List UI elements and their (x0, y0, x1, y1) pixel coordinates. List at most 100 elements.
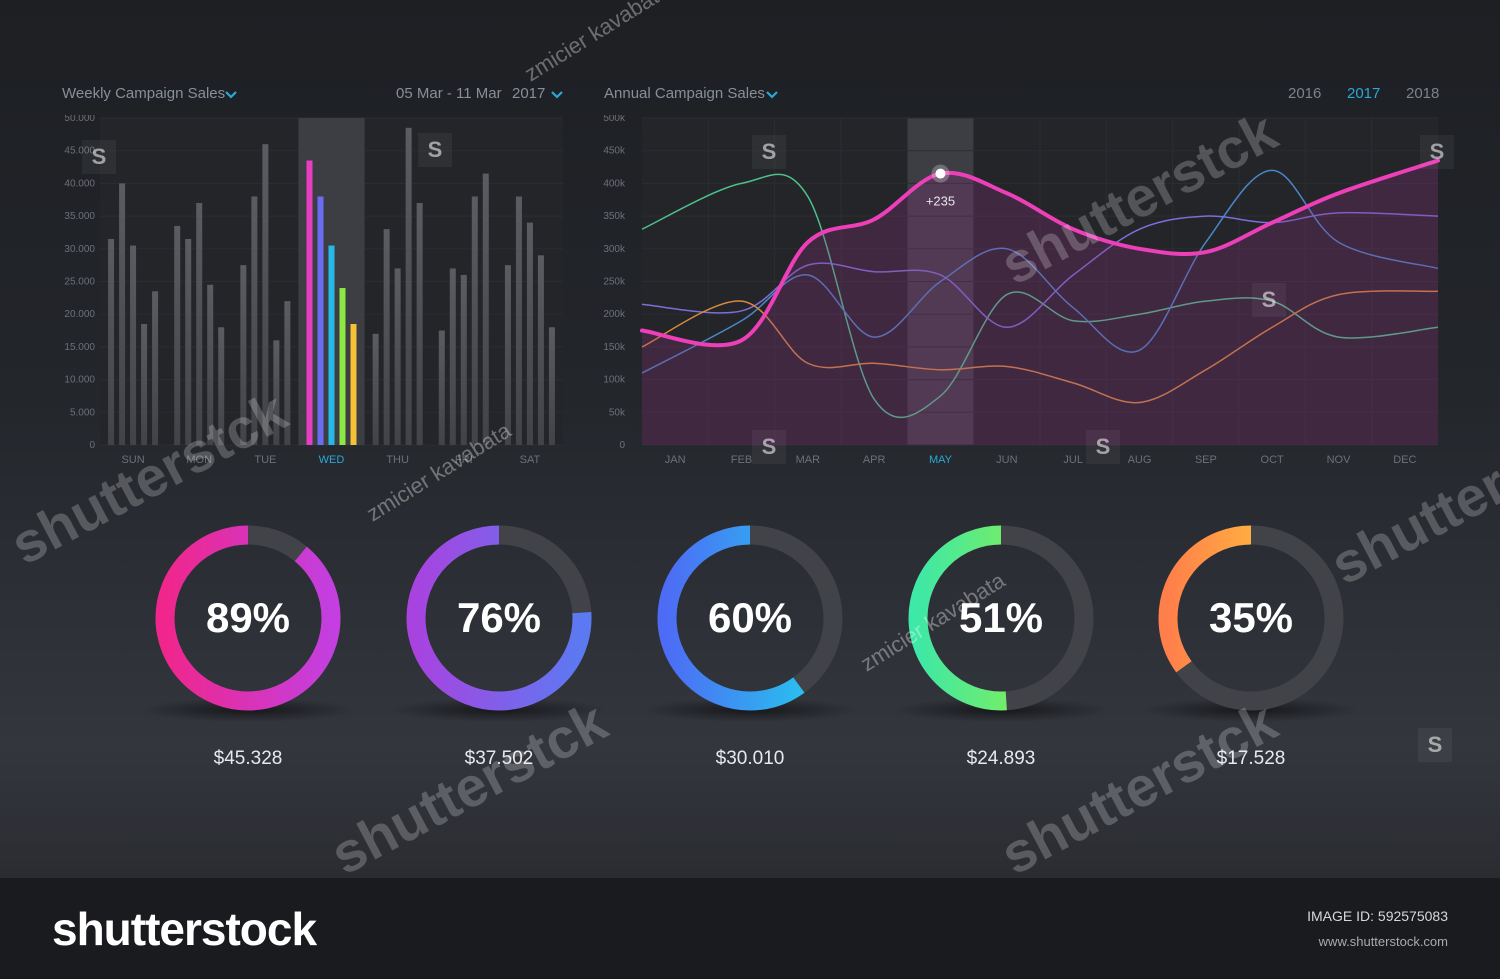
x-tick-label: MAR (796, 454, 821, 466)
weekly-year[interactable]: 2017 (512, 85, 545, 102)
donut-percent: 60% (707, 594, 793, 641)
donut-percent: 51% (958, 594, 1044, 641)
y-tick-label: 350k (603, 211, 626, 222)
year-tab-2016[interactable]: 2016 (1288, 85, 1321, 102)
watermark-logo-icon: S (418, 133, 452, 167)
donut-chart-0: 89% (148, 518, 348, 718)
bar-fri-3 (471, 196, 478, 445)
y-tick-label: 200k (603, 309, 626, 320)
x-tick-label: FRI (455, 454, 473, 466)
bar-fri-0 (438, 330, 445, 445)
y-tick-label: 500k (603, 115, 626, 124)
y-tick-label: 20.000 (64, 309, 95, 320)
y-tick-label: 150k (603, 342, 626, 353)
y-tick-label: 15.000 (64, 342, 95, 353)
donut-percent: 89% (205, 594, 291, 641)
site-url: www.shutterstock.com (1318, 934, 1448, 949)
donut-amount: $17.528 (1216, 748, 1286, 769)
bar-wed-3 (339, 288, 346, 445)
y-tick-label: 450k (603, 146, 626, 157)
x-tick-label: SEP (1195, 454, 1217, 466)
y-tick-label: 5.000 (70, 407, 95, 418)
annual-line-chart: 0 50k 100k 150k 200k 250k 300k 350k 400k 450k 500k… (603, 115, 1440, 466)
donut-chart-4: 35% (1151, 518, 1351, 718)
x-tick-label: OCT (1261, 454, 1285, 466)
x-tick-label: JUN (996, 454, 1017, 466)
y-tick-label: 40.000 (64, 178, 95, 189)
y-tick-label: 50k (609, 407, 626, 418)
y-tick-label: 25.000 (64, 277, 95, 288)
bar-tue-2 (262, 144, 269, 445)
chevron-down-icon[interactable] (224, 90, 238, 100)
bar-sat-3 (537, 255, 544, 445)
bar-mon-1 (185, 238, 192, 445)
bar-mon-4 (218, 327, 225, 445)
bar-wed-4 (350, 324, 357, 445)
x-tick-label: TUE (254, 454, 276, 466)
bar-sat-2 (526, 222, 533, 445)
bar-tue-4 (284, 301, 291, 445)
weekly-date-range: 05 Mar - 11 Mar (396, 85, 502, 102)
bar-mon-2 (196, 203, 203, 445)
bar-wed-2 (328, 245, 335, 445)
bar-thu-3 (405, 127, 412, 445)
point-annotation: +235 (926, 194, 955, 209)
x-tick-label: DEC (1393, 454, 1416, 466)
point-marker (935, 168, 946, 179)
donut-percent: 76% (456, 594, 542, 641)
bar-tue-1 (251, 196, 258, 445)
watermark-author: zmicier kavabata (520, 0, 674, 87)
x-tick-label: FEB (731, 454, 752, 466)
donut-amount: $24.893 (966, 748, 1036, 769)
x-tick-label: NOV (1327, 454, 1352, 466)
x-tick-label: AUG (1128, 454, 1152, 466)
bar-thu-0 (372, 333, 379, 445)
watermark-logo-icon: S (752, 135, 786, 169)
bar-fri-1 (449, 268, 456, 445)
x-tick-label: MON (186, 454, 212, 466)
x-tick-label: MAY (929, 454, 953, 466)
donut-chart-1: 76% (399, 518, 599, 718)
y-tick-label: 10.000 (64, 375, 95, 386)
bar-sun-0 (108, 238, 115, 445)
bar-sun-4 (152, 291, 159, 445)
bar-sun-1 (119, 183, 126, 445)
bar-sat-0 (504, 265, 511, 445)
bar-sun-2 (130, 245, 137, 445)
bar-sun-3 (141, 324, 148, 445)
y-tick-label: 100k (603, 375, 626, 386)
x-tick-label: APR (863, 454, 886, 466)
bar-thu-1 (383, 229, 390, 445)
donut-chart-3: 51% (901, 518, 1101, 718)
y-tick-label: 30.000 (64, 244, 95, 255)
x-tick-label: JUL (1063, 454, 1083, 466)
bar-fri-2 (460, 274, 467, 445)
donut-amount: $37.502 (464, 748, 534, 769)
bar-mon-3 (207, 284, 214, 445)
donut-amount: $45.328 (213, 748, 283, 769)
watermark-logo-icon: S (1420, 135, 1454, 169)
year-tab-2017[interactable]: 2017 (1347, 85, 1380, 102)
y-tick-label: 50.000 (64, 115, 95, 124)
x-tick-label: WED (319, 454, 345, 466)
donut-chart-2: 60% (650, 518, 850, 718)
chevron-down-icon[interactable] (765, 90, 779, 100)
bar-wed-0 (306, 160, 313, 445)
watermark-logo-icon: S (1086, 430, 1120, 464)
watermark-logo-icon: S (82, 140, 116, 174)
bar-fri-4 (482, 173, 489, 445)
watermark-logo-icon: S (1418, 728, 1452, 762)
donut-percent: 35% (1208, 594, 1294, 641)
bar-thu-2 (394, 268, 401, 445)
x-tick-label: SUN (121, 454, 144, 466)
bar-tue-3 (273, 340, 280, 445)
x-tick-label: SAT (520, 454, 541, 466)
y-tick-label: 300k (603, 244, 626, 255)
x-tick-label: THU (386, 454, 409, 466)
weekly-chart-title: Weekly Campaign Sales (62, 85, 226, 102)
image-id: IMAGE ID: 592575083 (1307, 908, 1448, 924)
dashboard-stage: Weekly Campaign Sales 05 Mar - 11 Mar 20… (0, 0, 1500, 878)
y-tick-label: 0 (619, 440, 625, 451)
chevron-down-icon[interactable] (550, 90, 564, 100)
year-tab-2018[interactable]: 2018 (1406, 85, 1439, 102)
